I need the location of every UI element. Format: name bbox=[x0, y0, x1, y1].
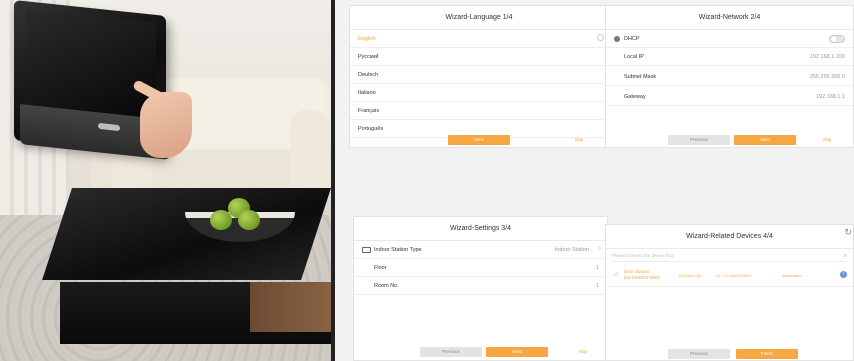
room-label: Room No. bbox=[374, 283, 399, 289]
floor-row[interactable]: Floor 1 bbox=[354, 260, 607, 277]
chevron-right-icon: › bbox=[598, 245, 601, 252]
device-row[interactable]: ✓ Door Station DS-KD8003-IME1 192.168.1.… bbox=[606, 265, 853, 287]
next-button[interactable]: Next bbox=[486, 347, 548, 357]
device-name-text: Door Station bbox=[624, 269, 650, 274]
search-placeholder: Please connect the device first bbox=[612, 253, 674, 258]
room-value: 1 bbox=[595, 283, 599, 289]
wizard-related-devices-card: Wizard-Related Devices 4/4 Please connec… bbox=[605, 224, 854, 361]
wizard-language-card: Wizard-Language 1/4 English Pусский Deut… bbox=[349, 5, 609, 148]
previous-button[interactable]: Previous bbox=[668, 349, 730, 359]
skip-button[interactable]: Skip bbox=[812, 135, 842, 145]
composite-image: Wizard-Language 1/4 English Pусский Deut… bbox=[0, 0, 854, 361]
field-value: 255.255.255.0 bbox=[809, 74, 845, 80]
station-type-value: Indoor Station bbox=[554, 247, 589, 253]
info-icon[interactable]: i bbox=[840, 271, 847, 278]
station-type-row[interactable]: Indoor Station Type Indoor Station › bbox=[354, 242, 607, 259]
device-ip: 192.168.1.80 bbox=[678, 273, 702, 278]
check-icon: ✓ bbox=[614, 272, 620, 278]
language-label: Português bbox=[358, 126, 384, 132]
device-name: Door Station DS-KD8003-IME1 bbox=[624, 269, 660, 281]
room-row[interactable]: Room No. 1 bbox=[354, 278, 607, 295]
language-label: Pусский bbox=[358, 54, 379, 60]
finish-button[interactable]: Finish bbox=[736, 349, 798, 359]
field-label: Local IP bbox=[624, 54, 644, 60]
previous-button[interactable]: Previous bbox=[420, 347, 482, 357]
next-button[interactable]: Next bbox=[734, 135, 796, 145]
card-title: Wizard-Related Devices 4/4 bbox=[606, 225, 853, 249]
dhcp-row: DHCP bbox=[606, 31, 853, 48]
language-option[interactable]: Pусский bbox=[350, 49, 608, 66]
floor-value: 1 bbox=[595, 265, 599, 271]
field-label: Gateway bbox=[624, 94, 646, 100]
device-search[interactable]: Please connect the device first ⌕ bbox=[612, 250, 849, 262]
wizard-screens: Wizard-Language 1/4 English Pусский Deut… bbox=[335, 0, 854, 361]
wizard-network-card: Wizard-Network 2/4 DHCP Local IP 192.168… bbox=[605, 5, 854, 148]
field-label: Subnet Mask bbox=[624, 74, 657, 80]
skip-button[interactable]: Skip bbox=[564, 135, 594, 145]
product-photo bbox=[0, 0, 331, 361]
refresh-icon[interactable]: ↻ bbox=[844, 227, 852, 238]
card-title: Wizard-Settings 3/4 bbox=[354, 217, 607, 241]
next-button[interactable]: Next bbox=[448, 135, 510, 145]
language-option[interactable]: English bbox=[350, 31, 608, 48]
photo-hand bbox=[140, 92, 192, 158]
language-option[interactable]: Deutsch bbox=[350, 67, 608, 84]
photo-table bbox=[42, 188, 331, 280]
language-label: Deutsch bbox=[358, 72, 379, 78]
card-title: Wizard-Language 1/4 bbox=[350, 6, 608, 30]
floor-label: Floor bbox=[374, 265, 387, 271]
field-value: 192.168.1.100 bbox=[809, 54, 845, 60]
language-option[interactable]: Italiano bbox=[350, 85, 608, 102]
room-icon bbox=[362, 247, 371, 253]
station-type-label: Indoor Station Type bbox=[374, 247, 422, 253]
skip-button[interactable]: Skip bbox=[568, 347, 598, 357]
previous-button[interactable]: Previous bbox=[668, 135, 730, 145]
network-field-row[interactable]: Local IP 192.168.1.100 bbox=[606, 49, 853, 66]
device-status: Associated bbox=[782, 273, 802, 278]
language-label: English bbox=[358, 36, 377, 42]
network-icon bbox=[614, 36, 620, 42]
card-title: Wizard-Network 2/4 bbox=[606, 6, 853, 30]
dhcp-label: DHCP bbox=[624, 36, 640, 42]
language-option[interactable]: Français bbox=[350, 103, 608, 120]
search-icon: ⌕ bbox=[843, 253, 847, 259]
language-label: Français bbox=[358, 108, 380, 114]
device-serial: DS-KD8003-IME1 bbox=[624, 275, 661, 280]
language-label: Italiano bbox=[358, 90, 376, 96]
photo-table-wood bbox=[250, 282, 331, 332]
radio-check-icon bbox=[597, 34, 604, 41]
dhcp-toggle[interactable] bbox=[829, 35, 845, 43]
photo-apple bbox=[238, 210, 260, 230]
network-field-row[interactable]: Gateway 192.168.1.1 bbox=[606, 89, 853, 106]
network-field-row[interactable]: Subnet Mask 255.255.255.0 bbox=[606, 69, 853, 86]
device-model: V1.7.0 build 220510 bbox=[716, 273, 752, 278]
field-value: 192.168.1.1 bbox=[815, 94, 845, 100]
wizard-settings-card: Wizard-Settings 3/4 Indoor Station Type … bbox=[353, 216, 608, 361]
